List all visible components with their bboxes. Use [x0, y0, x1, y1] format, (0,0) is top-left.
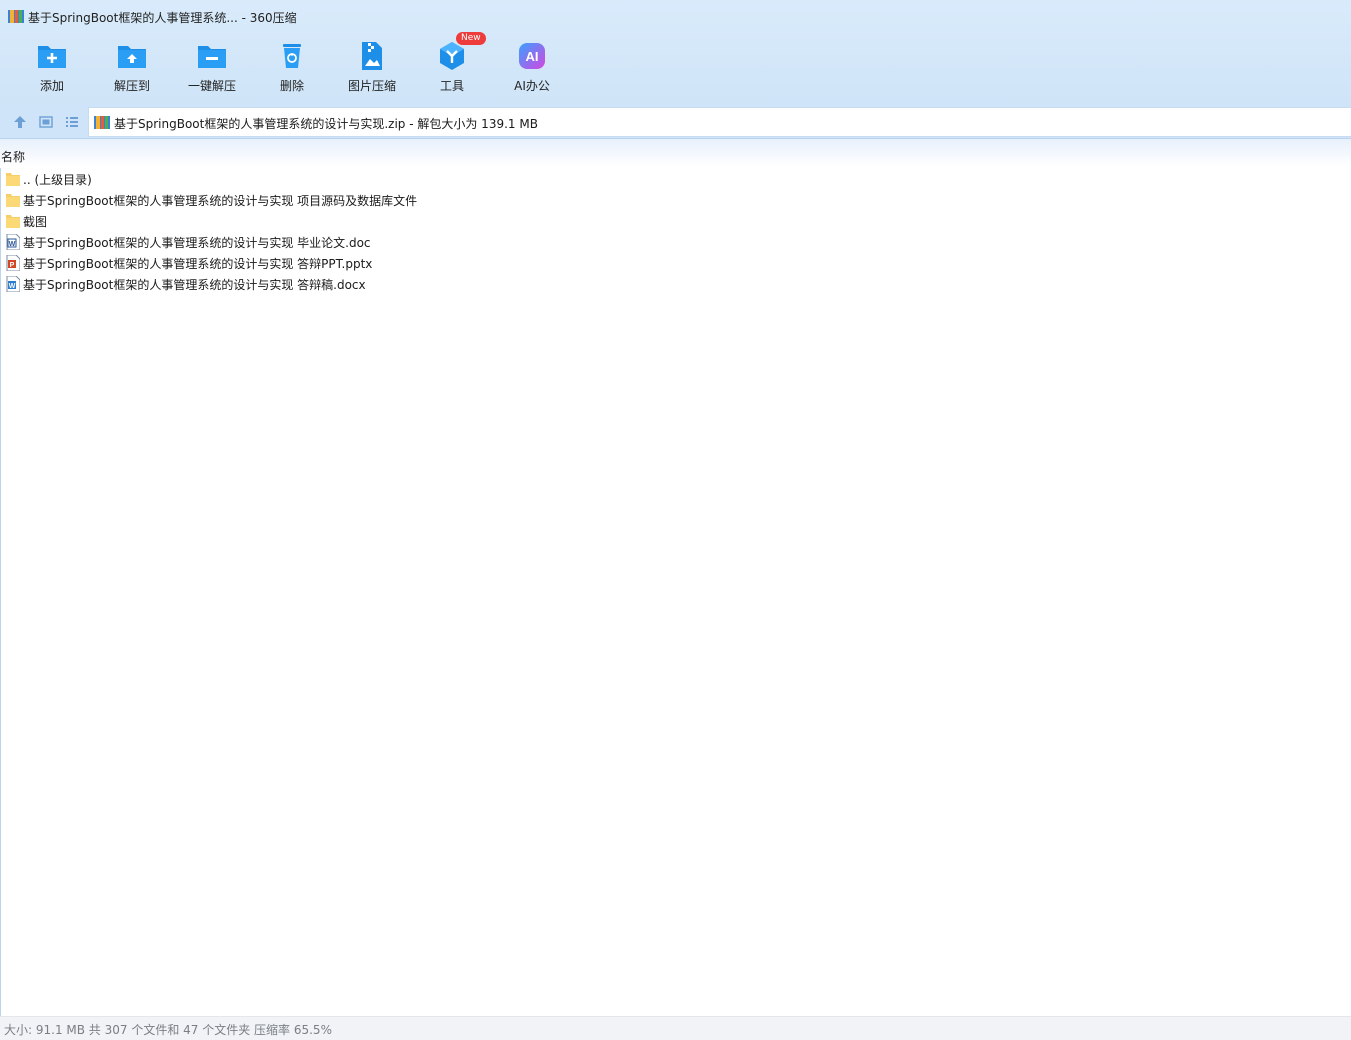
list-view-icon[interactable]: [64, 114, 80, 130]
item-name: 截图: [23, 215, 48, 229]
list-item-parent-directory[interactable]: .. (上级目录): [0, 168, 1351, 189]
tools-button[interactable]: New 工具: [412, 32, 492, 100]
archive-app-icon: [8, 10, 24, 23]
extract-to-button[interactable]: 解压到: [92, 36, 172, 100]
add-button[interactable]: 添加: [12, 36, 92, 100]
item-name: 基于SpringBoot框架的人事管理系统的设计与实现 项目源码及数据库文件: [23, 194, 418, 208]
toolbar: 添加 解压到 一键解压 删除 图片压缩 New 工具 AI AI办公: [12, 32, 572, 100]
item-name: 基于SpringBoot框架的人事管理系统的设计与实现 答辩稿.docx: [23, 278, 366, 292]
one-click-extract-label: 一键解压: [187, 79, 236, 93]
up-arrow-icon[interactable]: [12, 114, 28, 130]
new-badge: New: [456, 32, 486, 45]
left-border: [0, 168, 1, 1016]
navigation-bar: 基于SpringBoot框架的人事管理系统的设计与实现.zip - 解包大小为 …: [0, 106, 1351, 139]
svg-text:AI: AI: [526, 49, 539, 64]
svg-text:W: W: [9, 241, 16, 248]
recycle-bin-icon: [283, 44, 301, 68]
word-docx-icon: W: [6, 276, 20, 292]
tools-label: 工具: [439, 79, 464, 93]
folder-icon: [6, 215, 20, 228]
item-name: 基于SpringBoot框架的人事管理系统的设计与实现 答辩PPT.pptx: [23, 257, 373, 271]
ai-office-icon: AI: [519, 43, 545, 69]
archive-path: 基于SpringBoot框架的人事管理系统的设计与实现.zip - 解包大小为 …: [114, 117, 538, 131]
image-compress-icon: [362, 42, 382, 70]
list-item-screenshots-folder[interactable]: 截图: [0, 210, 1351, 231]
status-bar: 大小: 91.1 MB 共 307 个文件和 47 个文件夹 压缩率 65.5%: [0, 1016, 1351, 1040]
extract-to-icon: [118, 46, 146, 68]
ai-office-label: AI办公: [514, 79, 550, 93]
path-bar[interactable]: 基于SpringBoot框架的人事管理系统的设计与实现.zip - 解包大小为 …: [88, 107, 1351, 137]
ai-office-button[interactable]: AI AI办公: [492, 36, 572, 100]
image-compress-label: 图片压缩: [347, 79, 396, 93]
thumbnail-view-icon[interactable]: [38, 114, 54, 130]
delete-button[interactable]: 删除: [252, 36, 332, 100]
zip-archive-icon: [94, 116, 110, 129]
item-name: .. (上级目录): [23, 173, 92, 187]
image-compress-button[interactable]: 图片压缩: [332, 36, 412, 100]
list-header-band: [0, 139, 1351, 167]
list-item-thesis-doc[interactable]: W 基于SpringBoot框架的人事管理系统的设计与实现 毕业论文.doc: [0, 231, 1351, 252]
extract-to-label: 解压到: [113, 79, 150, 93]
title-bar: 基于SpringBoot框架的人事管理系统... - 360压缩: [0, 0, 1351, 32]
file-list: .. (上级目录) 基于SpringBoot框架的人事管理系统的设计与实现 项目…: [0, 168, 1351, 294]
one-click-extract-button[interactable]: 一键解压: [172, 36, 252, 100]
svg-text:W: W: [9, 283, 16, 290]
word-doc-icon: W: [6, 234, 20, 250]
add-archive-icon: [38, 46, 66, 68]
name-column-header[interactable]: 名称: [1, 148, 25, 165]
powerpoint-icon: P: [6, 255, 20, 271]
delete-label: 删除: [279, 79, 304, 93]
window-title: 基于SpringBoot框架的人事管理系统... - 360压缩: [28, 11, 297, 25]
one-click-extract-icon: [198, 46, 226, 68]
svg-text:P: P: [10, 262, 15, 269]
add-label: 添加: [39, 79, 64, 93]
list-item-source-folder[interactable]: 基于SpringBoot框架的人事管理系统的设计与实现 项目源码及数据库文件: [0, 189, 1351, 210]
folder-icon: [6, 173, 20, 186]
item-name: 基于SpringBoot框架的人事管理系统的设计与实现 毕业论文.doc: [23, 236, 371, 250]
folder-icon: [6, 194, 20, 207]
list-item-defense-ppt[interactable]: P 基于SpringBoot框架的人事管理系统的设计与实现 答辩PPT.pptx: [0, 252, 1351, 273]
status-text: 大小: 91.1 MB 共 307 个文件和 47 个文件夹 压缩率 65.5%: [4, 1023, 332, 1037]
list-item-defense-docx[interactable]: W 基于SpringBoot框架的人事管理系统的设计与实现 答辩稿.docx: [0, 273, 1351, 294]
